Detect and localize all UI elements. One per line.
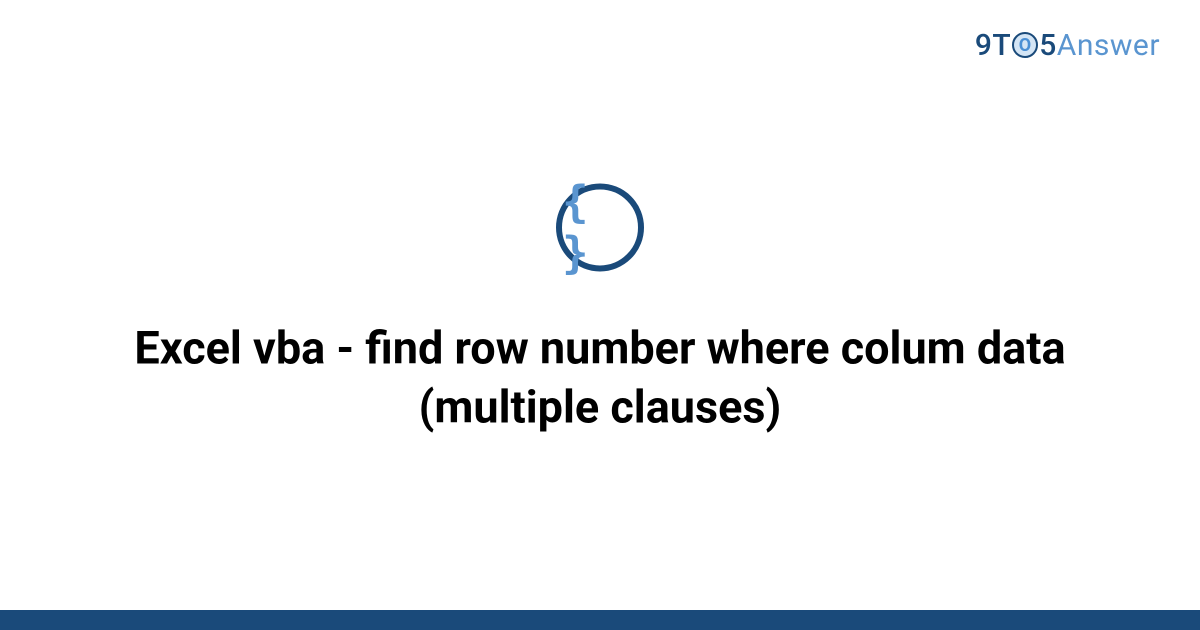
brand-part-t: T (992, 28, 1011, 63)
main-content: { } Excel vba - find row number where co… (0, 183, 1200, 436)
brand-clock-icon: O (1012, 32, 1038, 58)
code-braces-icon: { } (556, 183, 644, 271)
footer-accent-bar (0, 610, 1200, 630)
site-brand-logo: 9TO5Answer (975, 28, 1160, 63)
code-braces-glyph: { } (562, 176, 638, 278)
brand-part-five: 5 (1039, 28, 1057, 63)
brand-part-nine: 9 (975, 28, 993, 63)
page-title: Excel vba - find row number where colum … (0, 319, 1200, 436)
brand-clock-inner: O (1019, 35, 1032, 56)
brand-part-answer: Answer (1057, 28, 1160, 63)
